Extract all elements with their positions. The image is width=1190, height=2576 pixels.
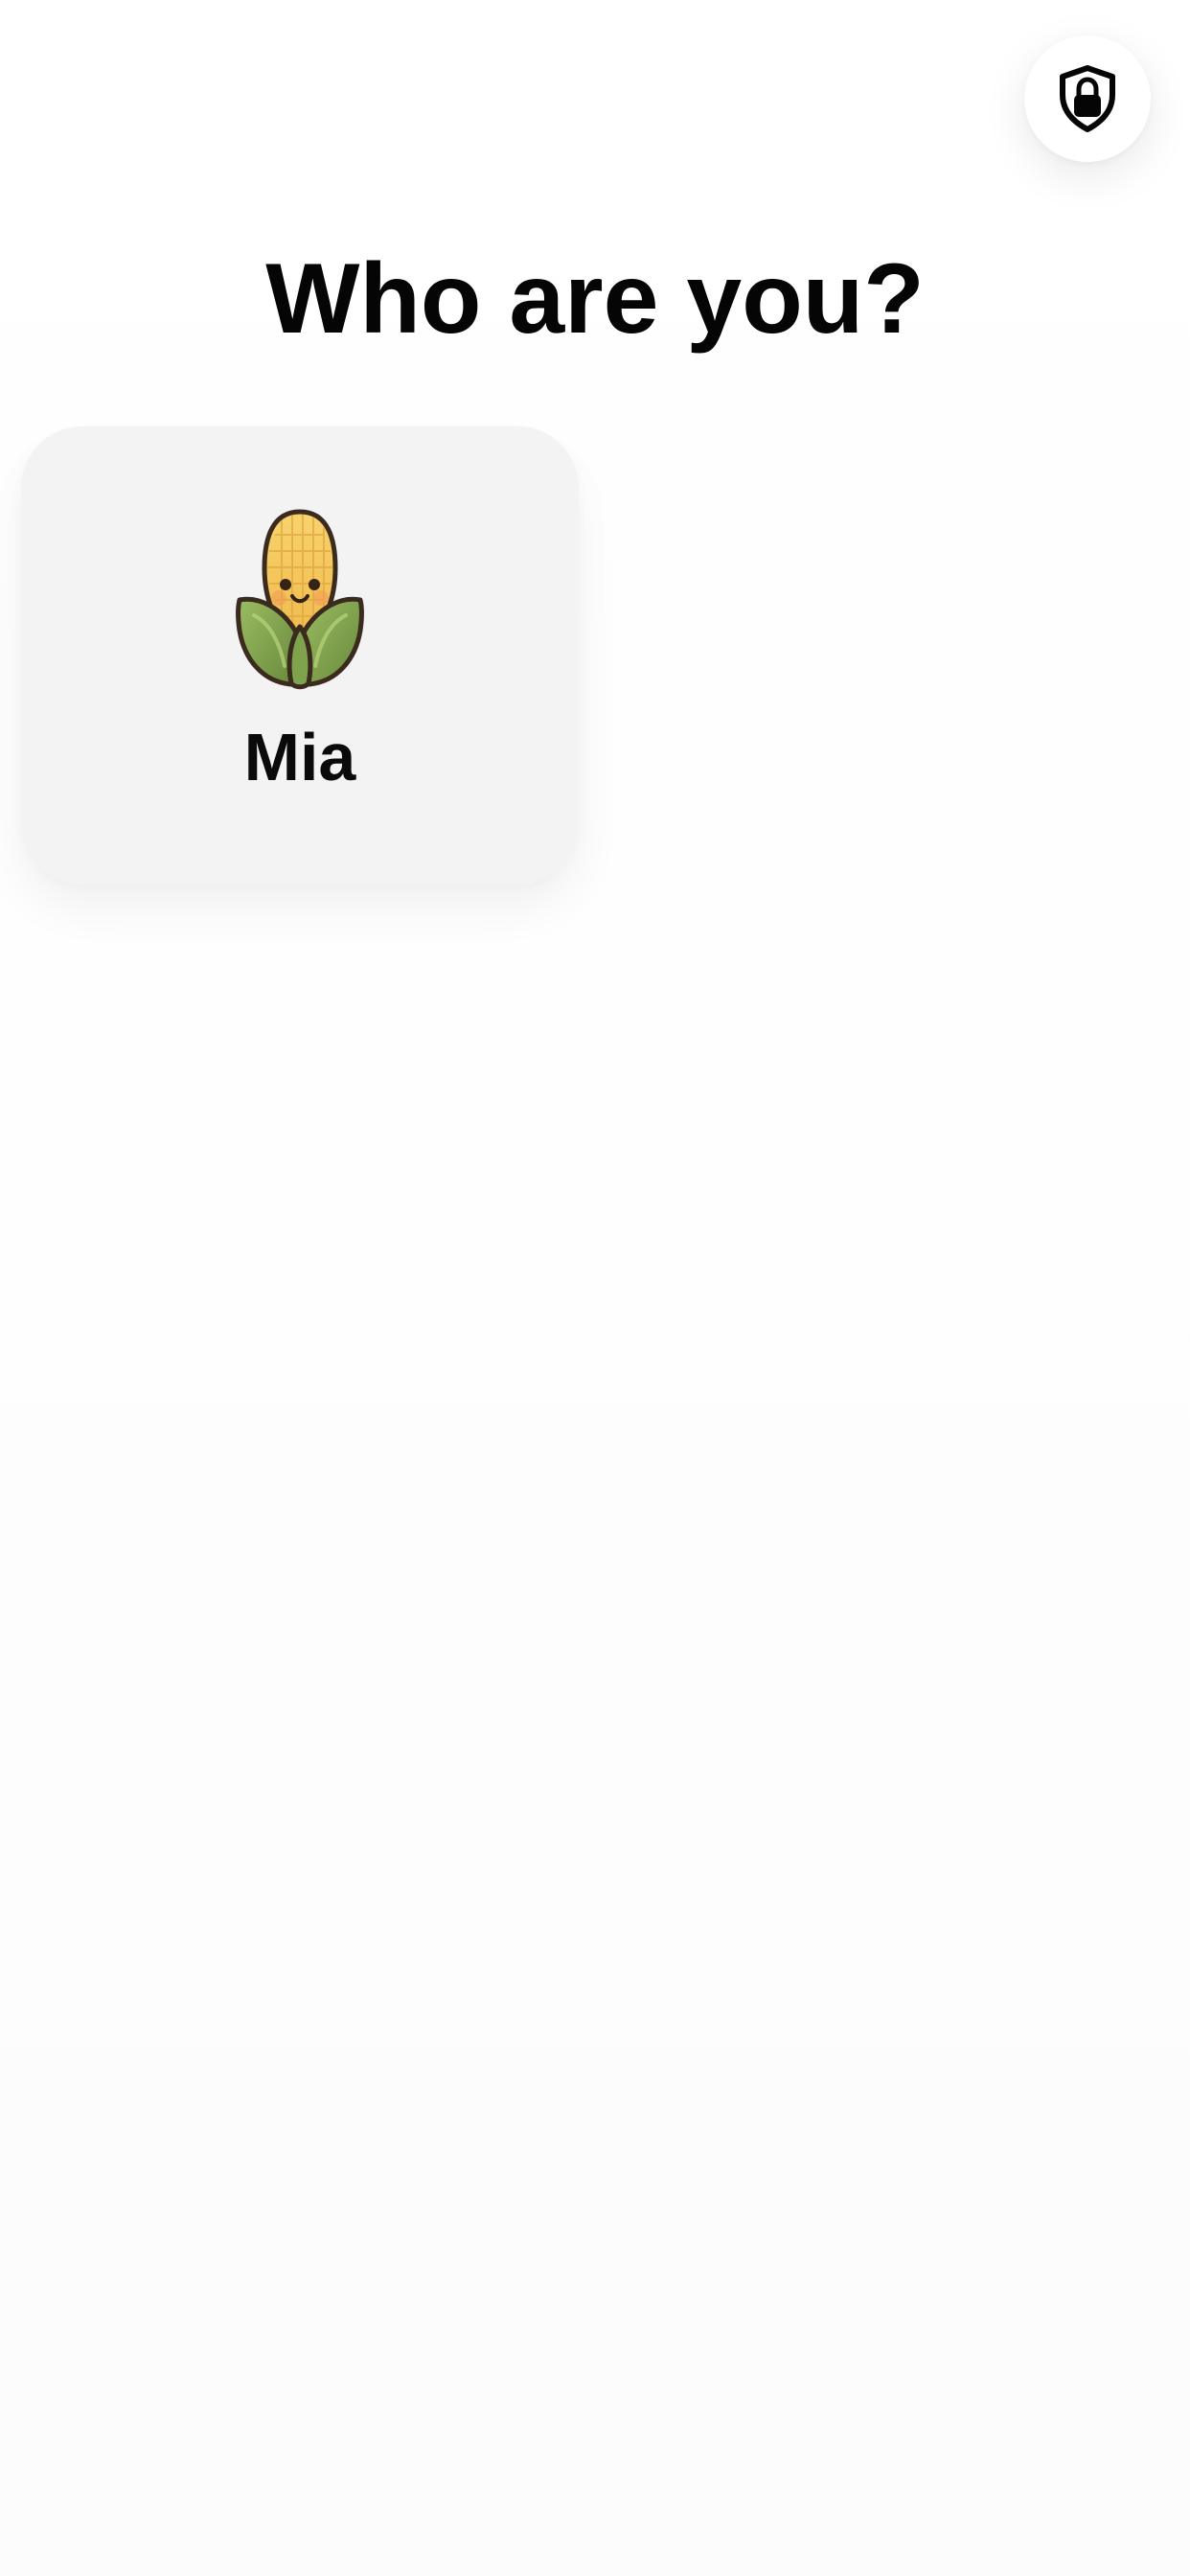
- profile-name: Mia: [243, 720, 356, 794]
- profile-picker-screen: Who are you? Mia: [0, 0, 1190, 2576]
- parent-settings-button[interactable]: [1024, 35, 1151, 162]
- profile-card-mia[interactable]: Mia: [21, 426, 579, 885]
- shield-lock-icon: [1060, 65, 1115, 132]
- page-title: Who are you?: [265, 243, 925, 355]
- corn-icon: [236, 509, 364, 690]
